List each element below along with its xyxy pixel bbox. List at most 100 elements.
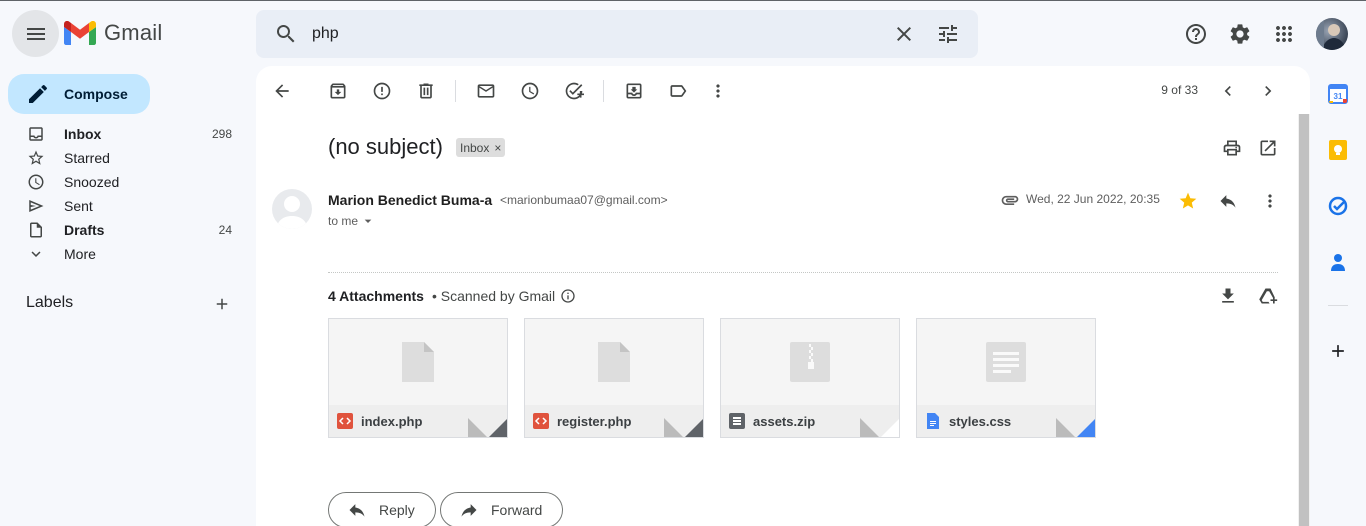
recipient-details[interactable]: to me [328,213,376,229]
compose-label: Compose [64,86,128,102]
attachments-count: 4 Attachments [328,288,424,304]
draft-icon [30,222,42,238]
reply-label: Reply [379,502,415,518]
chevron-down-icon [31,251,41,257]
gmail-logo[interactable]: Gmail [64,20,162,46]
attachment-preview [721,319,899,405]
back-arrow-icon[interactable] [272,81,292,101]
help-icon[interactable] [1184,22,1208,46]
chevron-left-icon[interactable] [1218,81,1238,101]
search-icon[interactable] [274,22,298,46]
info-icon[interactable] [560,288,576,304]
remove-label-button[interactable]: × [494,141,501,155]
sidebar-item-label: Inbox [64,126,102,142]
calendar-app-button[interactable]: 31 [1326,82,1350,106]
code-file-icon [337,413,353,429]
main-menu-button[interactable] [12,10,59,57]
attachment-preview [329,319,507,405]
tune-icon[interactable] [936,22,960,46]
archive-icon[interactable] [328,81,348,101]
close-icon[interactable] [892,22,916,46]
sidebar-item-sent[interactable]: Sent [26,194,240,218]
keep-app-button[interactable] [1326,138,1350,162]
print-icon[interactable] [1222,138,1242,158]
pencil-icon [29,84,48,103]
star-filled-icon[interactable] [1178,191,1198,211]
send-icon [29,200,44,212]
sidebar-item-label: Drafts [64,222,105,238]
draft-count: 24 [218,223,232,237]
svg-text:31: 31 [1334,92,1343,101]
attachment-name: index.php [361,413,423,429]
more-vert-icon[interactable] [708,81,728,101]
open-in-new-icon[interactable] [1258,138,1278,158]
reply-icon[interactable] [1218,191,1238,211]
sidebar-item-label: Sent [64,198,93,214]
attachment-name: styles.css [949,413,1012,429]
get-addons-button[interactable] [1326,339,1350,363]
plus-icon [1332,345,1344,357]
tasks-app-button[interactable] [1326,194,1350,218]
inbox-label-chip[interactable]: Inbox × [456,138,506,157]
toolbar-divider [603,80,604,102]
page-fold [1056,418,1076,437]
label-chip-text: Inbox [460,140,490,155]
sender-name[interactable]: Marion Benedict Buma-a [328,192,492,208]
app-name: Gmail [104,20,163,45]
label-icon[interactable] [668,81,688,101]
toolbar-divider [455,80,456,102]
compose-button[interactable]: Compose [8,74,150,114]
scan-status: • Scanned by Gmail [431,288,556,304]
archive-file-icon [729,413,745,429]
apps-grid-icon[interactable] [1272,22,1296,46]
sidebar-item-label: Starred [64,150,110,166]
chevron-right-icon[interactable] [1258,81,1278,101]
default-person-icon [276,196,308,229]
attachment-clip-icon [1001,195,1019,205]
report-spam-icon[interactable] [372,81,392,101]
page-fold-corner [1076,418,1095,437]
page-fold-corner [488,418,507,437]
download-all-icon[interactable] [1218,286,1238,306]
attachment-card[interactable]: styles.css [916,318,1096,438]
sidebar-item-label: More [64,246,96,262]
search-input[interactable]: php [312,25,339,43]
contacts-app-button[interactable] [1326,250,1350,274]
code-file-icon [533,413,549,429]
file-placeholder-icon [402,342,434,382]
mark-unread-icon[interactable] [476,81,496,101]
add-task-icon[interactable] [564,81,584,101]
reply-button[interactable]: Reply [328,492,436,526]
attachments-divider [328,272,1278,273]
add-to-drive-icon[interactable] [1258,286,1278,306]
add-label-icon[interactable] [213,295,231,313]
attachment-name: assets.zip [753,413,816,429]
trash-icon[interactable] [416,81,436,101]
account-avatar[interactable] [1316,18,1348,50]
sidebar-item-inbox[interactable]: Inbox 298 [26,122,240,146]
attachment-card[interactable]: register.php [524,318,704,438]
message-view: 9 of 33 (no subject) Inbox × Marion Bene… [256,66,1310,526]
snooze-clock-icon[interactable] [520,81,540,101]
gear-icon[interactable] [1228,22,1252,46]
clock-icon [28,174,44,190]
attachment-card[interactable]: index.php [328,318,508,438]
sidebar-item-drafts[interactable]: Drafts 24 [26,218,240,242]
forward-button[interactable]: Forward [440,492,564,526]
sidebar-item-snoozed[interactable]: Snoozed [26,170,240,194]
move-to-icon[interactable] [624,81,644,101]
email-subject: (no subject) [328,134,443,159]
more-vert-icon[interactable] [1260,191,1280,211]
sender-avatar[interactable] [272,189,312,229]
page-fold [468,418,488,437]
forward-label: Forward [491,502,543,518]
search-bar[interactable]: php [256,10,978,58]
attachments-header: 4 Attachments • Scanned by Gmail [328,288,576,304]
scrollbar-thumb[interactable] [1299,114,1309,526]
sidebar-item-more[interactable]: More [26,242,240,266]
attachment-card[interactable]: assets.zip [720,318,900,438]
attachment-name: register.php [557,413,632,429]
email-date: Wed, 22 Jun 2022, 20:35 [1026,192,1160,206]
sidebar-item-starred[interactable]: Starred [26,146,240,170]
doc-file-icon [927,413,939,429]
